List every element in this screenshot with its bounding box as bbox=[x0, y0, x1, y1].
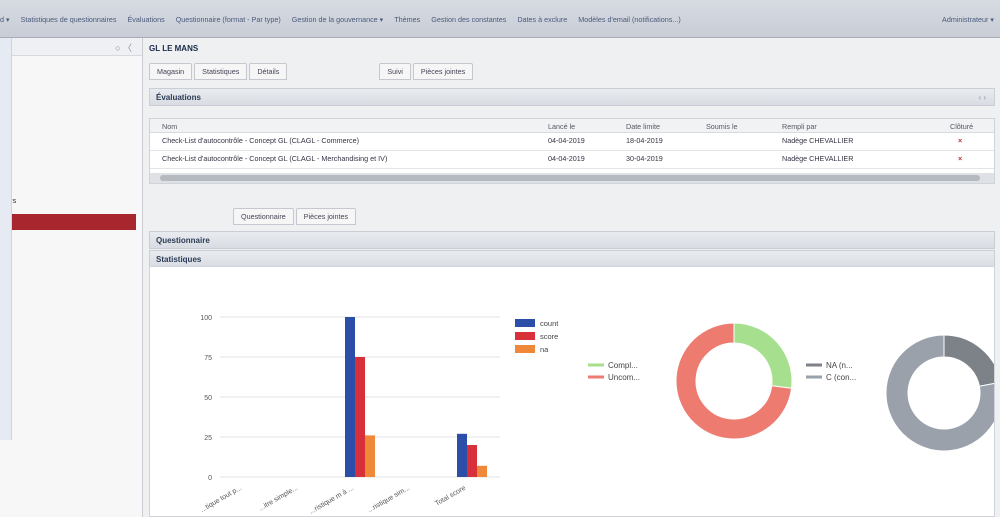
main-content: GL LE MANS Magasin Statistiques Détails … bbox=[143, 38, 1000, 517]
menu-item-statistiques-questionnaires[interactable]: Statistiques de questionnaires bbox=[21, 15, 117, 24]
cell-limite: 18-04-2019 bbox=[626, 136, 663, 145]
sidebar-collapse-control[interactable]: ○ 〈 bbox=[115, 41, 132, 54]
tab-magasin[interactable]: Magasin bbox=[149, 63, 193, 80]
user-menu[interactable]: Administrateur ▾ bbox=[942, 15, 994, 24]
column-rempli[interactable]: Rempli par bbox=[782, 122, 817, 131]
sidebar: ○ 〈 rs bbox=[0, 38, 143, 517]
sidebar-header: ○ 〈 bbox=[0, 38, 142, 56]
y-tick-label: 100 bbox=[200, 315, 212, 322]
bar-score bbox=[355, 357, 365, 477]
legend-label-na: na bbox=[540, 345, 549, 354]
menu-item-modeles-email[interactable]: Modèles d'email (notifications...) bbox=[578, 15, 680, 24]
column-limite[interactable]: Date limite bbox=[626, 122, 660, 131]
table-row[interactable]: Check-List d'autocontrôle - Concept GL (… bbox=[150, 151, 994, 169]
cell-rempli: Nadège CHEVALLIER bbox=[782, 154, 854, 163]
evaluation-tabs: Questionnaire Pièces jointes bbox=[233, 208, 357, 225]
legend-label-score: score bbox=[540, 332, 558, 341]
cell-lance: 04-04-2019 bbox=[548, 136, 585, 145]
evaluations-panel-header: Évaluations ‹ › bbox=[149, 88, 995, 106]
pager-control[interactable]: ‹ › bbox=[978, 93, 986, 102]
evaluations-table: Nom Lancé le Date limite Soumis le Rempl… bbox=[149, 118, 995, 184]
menu-item-questionnaire-format[interactable]: Questionnaire (format - Par type) bbox=[176, 15, 281, 24]
menu-item-themes[interactable]: Thèmes bbox=[394, 15, 420, 24]
bar-na bbox=[477, 465, 487, 477]
sidebar-selected-item[interactable] bbox=[10, 214, 136, 230]
page-title: GL LE MANS bbox=[149, 44, 199, 53]
bar-na bbox=[365, 435, 375, 477]
tab-questionnaire[interactable]: Questionnaire bbox=[233, 208, 294, 225]
bar-count bbox=[457, 433, 467, 477]
column-nom[interactable]: Nom bbox=[162, 122, 177, 131]
table-header: Nom Lancé le Date limite Soumis le Rempl… bbox=[150, 119, 994, 133]
scrollbar-thumb[interactable] bbox=[160, 175, 980, 181]
store-tabs: Magasin Statistiques Détails Suivi Pièce… bbox=[149, 63, 474, 80]
menu-item-gestion-constantes[interactable]: Gestion des constantes bbox=[431, 15, 506, 24]
statistics-charts: 0 25 50 75 100 ...tique tout p... ...itre simp… bbox=[199, 315, 1000, 516]
questionnaire-panel-header[interactable]: Questionnaire bbox=[149, 231, 995, 249]
side-panel-overlay bbox=[0, 38, 12, 440]
legend-swatch-na bbox=[515, 345, 535, 353]
cell-nom: Check-List d'autocontrôle - Concept GL (… bbox=[162, 136, 359, 145]
y-tick-label: 25 bbox=[204, 435, 212, 442]
column-soumis[interactable]: Soumis le bbox=[706, 122, 738, 131]
donut-slice bbox=[733, 322, 793, 389]
y-tick-label: 0 bbox=[208, 475, 212, 482]
x-tick-label: ...ristique sim... bbox=[367, 485, 411, 515]
legend-label: C (con... bbox=[826, 373, 856, 382]
column-lance[interactable]: Lancé le bbox=[548, 122, 575, 131]
cell-limite: 30-04-2019 bbox=[626, 154, 663, 163]
menu-item-dates-exclure[interactable]: Dates à exclure bbox=[517, 15, 567, 24]
cell-rempli: Nadège CHEVALLIER bbox=[782, 136, 854, 145]
table-row[interactable]: Check-List d'autocontrôle - Concept GL (… bbox=[150, 133, 994, 151]
y-tick-label: 75 bbox=[204, 355, 212, 362]
top-menu-bar: d ▾ Statistiques de questionnaires Évalu… bbox=[0, 0, 1000, 38]
y-tick-label: 50 bbox=[204, 395, 212, 402]
closed-x-icon: × bbox=[958, 154, 963, 163]
stats-title: Statistiques bbox=[156, 255, 202, 264]
questionnaire-title: Questionnaire bbox=[156, 236, 210, 245]
tab-suivi[interactable]: Suivi bbox=[379, 63, 411, 80]
x-tick-label: ...itre simple... bbox=[258, 485, 299, 513]
menu-item-evaluations[interactable]: Évaluations bbox=[128, 15, 165, 24]
cell-nom: Check-List d'autocontrôle - Concept GL (… bbox=[162, 154, 388, 163]
legend-label: Compl... bbox=[608, 361, 638, 370]
closed-x-icon: × bbox=[958, 136, 963, 145]
statistics-chart-panel: 0 25 50 75 100 ...tique tout p... ...itre simp… bbox=[149, 266, 1000, 517]
tab-details[interactable]: Détails bbox=[249, 63, 288, 80]
x-tick-label: Total score bbox=[434, 485, 467, 508]
evaluations-title: Évaluations bbox=[156, 93, 201, 102]
tab-pieces-jointes-2[interactable]: Pièces jointes bbox=[295, 208, 357, 225]
legend-swatch-score bbox=[515, 332, 535, 340]
bar-score bbox=[467, 445, 477, 477]
horizontal-scrollbar[interactable] bbox=[150, 173, 994, 183]
cell-lance: 04-04-2019 bbox=[548, 154, 585, 163]
legend-label-count: count bbox=[540, 319, 559, 328]
legend-swatch-count bbox=[515, 319, 535, 327]
menu-item-gestion-gouvernance[interactable]: Gestion de la gouvernance ▾ bbox=[292, 15, 384, 24]
menu-item-more[interactable]: d ▾ bbox=[0, 15, 10, 24]
x-tick-label: ...tique tout p... bbox=[199, 485, 243, 514]
x-tick-label: ...ristique m à ... bbox=[308, 485, 355, 516]
tab-statistiques[interactable]: Statistiques bbox=[194, 63, 248, 80]
column-cloture[interactable]: Clôturé bbox=[950, 122, 973, 131]
tab-pieces-jointes[interactable]: Pièces jointes bbox=[412, 63, 474, 80]
bar-count bbox=[345, 317, 355, 477]
legend-label: NA (n... bbox=[826, 361, 853, 370]
legend-label: Uncom... bbox=[608, 373, 640, 382]
donut-slice bbox=[943, 334, 1000, 387]
